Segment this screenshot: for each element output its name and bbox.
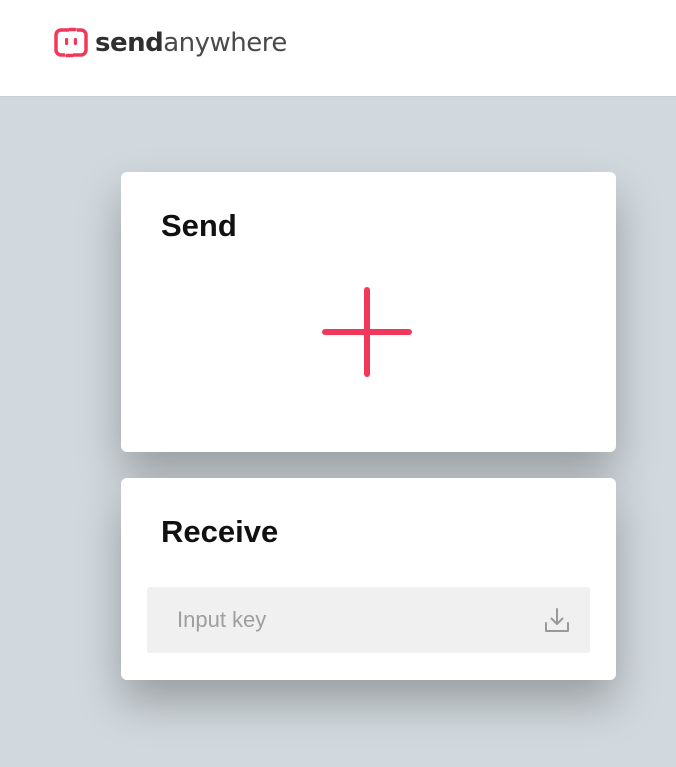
receive-title: Receive (161, 514, 279, 549)
top-header: sendanywhere (0, 0, 676, 97)
sendanywhere-logo-icon (54, 26, 88, 59)
sendanywhere-logo[interactable]: sendanywhere (54, 24, 287, 62)
plus-icon (322, 287, 412, 377)
key-field (147, 587, 590, 653)
receive-card: Receive (121, 478, 616, 680)
send-card: Send (121, 172, 616, 452)
logo-wordmark-send: send (95, 28, 164, 58)
logo-wordmark-anywhere: anywhere (163, 28, 287, 58)
add-files-button[interactable] (319, 284, 415, 380)
logo-wordmark: sendanywhere (95, 30, 287, 56)
download-icon (545, 608, 569, 632)
send-title: Send (161, 208, 237, 243)
key-input[interactable] (147, 587, 517, 653)
receive-download-button[interactable] (542, 605, 572, 635)
